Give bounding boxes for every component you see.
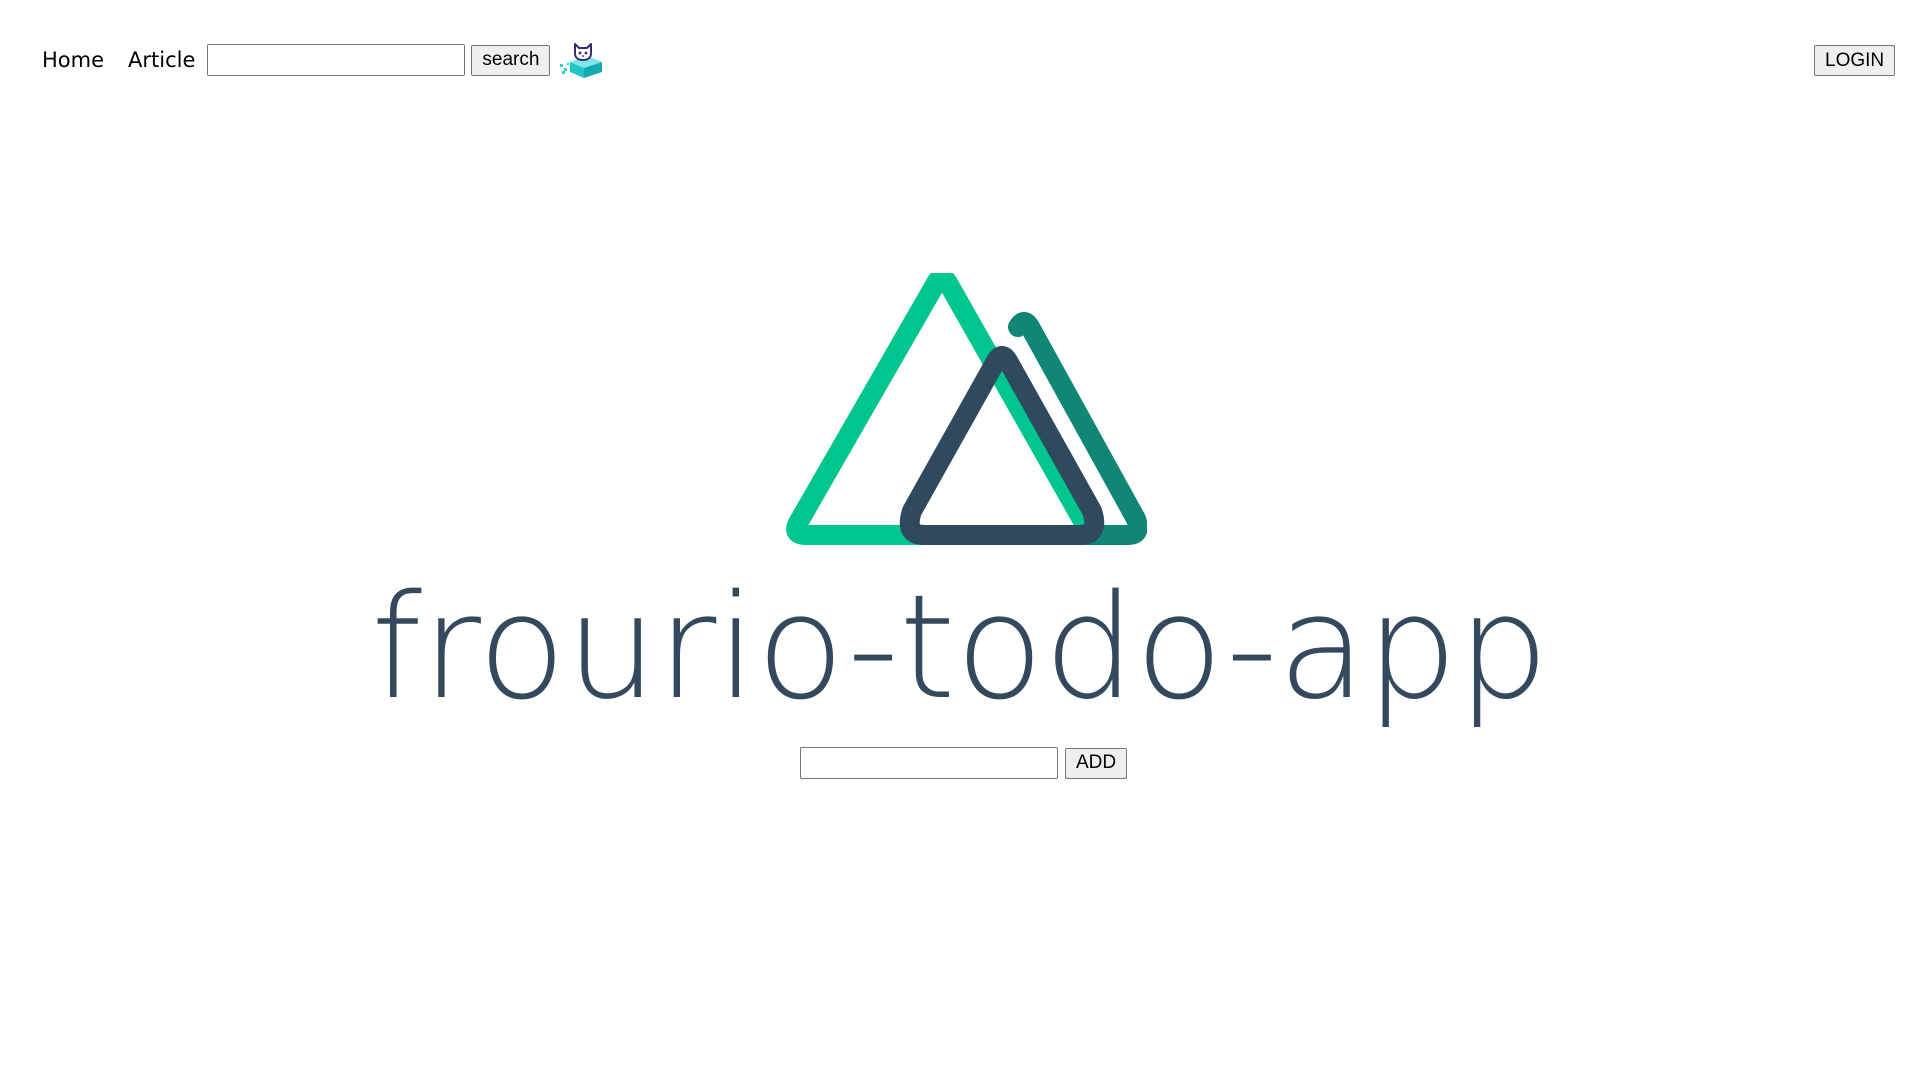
login-button[interactable]: LOGIN [1814, 45, 1896, 76]
todo-input[interactable] [800, 747, 1058, 779]
header-nav: Home Article search [42, 40, 606, 80]
search-button[interactable]: search [471, 44, 551, 76]
page: Home Article search LOGIN frourio-todo-a… [0, 0, 1920, 1080]
nav-link-home[interactable]: Home [42, 48, 104, 72]
nav-link-article[interactable]: Article [128, 48, 195, 72]
frourio-mascot-icon[interactable] [558, 40, 606, 80]
todo-form: ADD [800, 747, 1128, 779]
add-button[interactable]: ADD [1065, 747, 1128, 779]
search-input[interactable] [207, 44, 466, 76]
nuxt-logo-icon [782, 268, 1148, 551]
app-title: frourio-todo-app [371, 563, 1549, 731]
